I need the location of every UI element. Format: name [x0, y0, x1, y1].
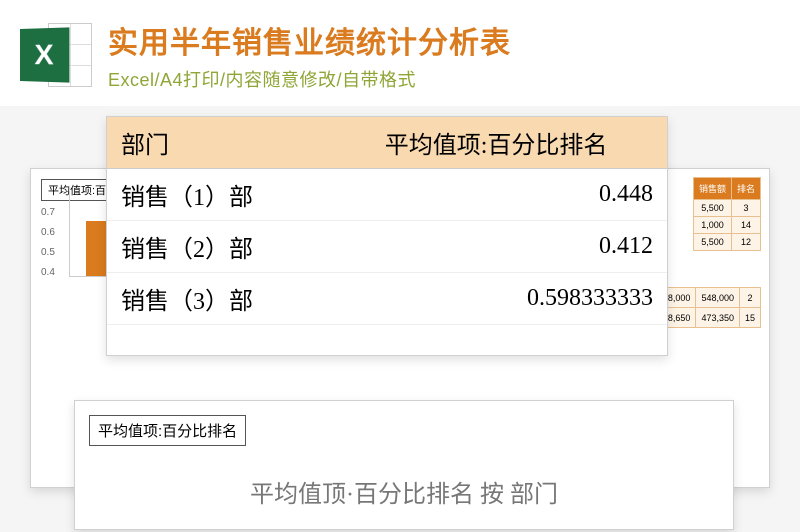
col-avg-pct-rank: 平均值项:百分比排名: [325, 117, 667, 169]
table-row: 5,500 12: [693, 234, 760, 251]
tick: 0.5: [41, 247, 65, 257]
dept-ranking-table: 部门 平均值项:百分比排名 销售（1）部 0.448 销售（2）部 0.412 …: [107, 117, 667, 325]
tick: 0.7: [41, 207, 65, 217]
dept-name: 销售（3）部: [107, 273, 325, 325]
col-dept: 部门: [107, 117, 325, 169]
table-header-row: 部门 平均值项:百分比排名: [107, 117, 667, 169]
dept-value: 0.598333333: [325, 273, 667, 325]
table-row: 1,000 14: [693, 217, 760, 234]
excel-file-icon: X: [20, 19, 92, 91]
col-rank: 排名: [731, 178, 760, 200]
sheet-summary: 平均值项:百分比排名 平均值顶·百分比排名 按 部门: [74, 400, 734, 530]
dept-name: 销售（2）部: [107, 221, 325, 273]
table-row: 销售（1）部 0.448: [107, 169, 667, 221]
preview-stage: 平均值项:百 0.7 0.6 0.5 0.4 销售额 排名 5,500 3 1,…: [0, 112, 800, 532]
page-subtitle: Excel/A4打印/内容随意修改/自带格式: [108, 66, 511, 92]
raw-data-table: 销售额 排名 5,500 3 1,000 14 5,500 12: [693, 177, 761, 251]
page-title: 实用半年销售业绩统计分析表: [108, 18, 511, 62]
table-row: 销售（3）部 0.598333333: [107, 273, 667, 325]
dept-name: 销售（1）部: [107, 169, 325, 221]
summary-field-label: 平均值项:百分比排名: [89, 415, 246, 446]
chart-y-axis: 0.7 0.6 0.5 0.4: [41, 207, 65, 277]
tick: 0.6: [41, 227, 65, 237]
table-header-row: 销售额 排名: [693, 178, 760, 200]
sheet-dept-ranking: 部门 平均值项:百分比排名 销售（1）部 0.448 销售（2）部 0.412 …: [106, 116, 668, 356]
summary-caption: 平均值顶·百分比排名 按 部门: [89, 474, 719, 509]
dept-value: 0.448: [325, 169, 667, 221]
dept-value: 0.412: [325, 221, 667, 273]
header: X 实用半年销售业绩统计分析表 Excel/A4打印/内容随意修改/自带格式: [0, 0, 800, 106]
table-row: 5,500 3: [693, 200, 760, 217]
col-sales: 销售额: [693, 178, 731, 200]
title-block: 实用半年销售业绩统计分析表 Excel/A4打印/内容随意修改/自带格式: [108, 18, 511, 92]
table-row: 销售（2）部 0.412: [107, 221, 667, 273]
tick: 0.4: [41, 267, 65, 277]
